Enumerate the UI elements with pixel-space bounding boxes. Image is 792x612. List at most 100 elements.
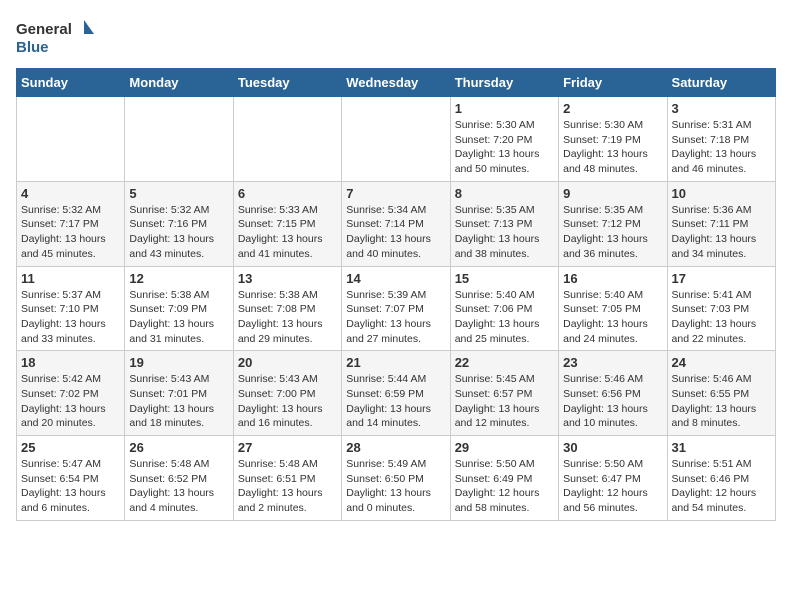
day-info: Sunrise: 5:33 AMSunset: 7:15 PMDaylight:… [238, 203, 337, 262]
day-info: Sunrise: 5:48 AMSunset: 6:52 PMDaylight:… [129, 457, 228, 516]
day-info: Sunrise: 5:31 AMSunset: 7:18 PMDaylight:… [672, 118, 771, 177]
calendar-cell: 12Sunrise: 5:38 AMSunset: 7:09 PMDayligh… [125, 266, 233, 351]
day-info: Sunrise: 5:47 AMSunset: 6:54 PMDaylight:… [21, 457, 120, 516]
day-number: 1 [455, 101, 554, 116]
day-info: Sunrise: 5:37 AMSunset: 7:10 PMDaylight:… [21, 288, 120, 347]
day-number: 2 [563, 101, 662, 116]
calendar-cell: 4Sunrise: 5:32 AMSunset: 7:17 PMDaylight… [17, 181, 125, 266]
day-number: 19 [129, 355, 228, 370]
calendar-cell: 28Sunrise: 5:49 AMSunset: 6:50 PMDayligh… [342, 436, 450, 521]
day-number: 9 [563, 186, 662, 201]
week-row-1: 1 Sunrise: 5:30 AMSunset: 7:20 PMDaylight… [17, 97, 776, 182]
day-info: Sunrise: 5:41 AMSunset: 7:03 PMDaylight:… [672, 288, 771, 347]
day-number: 6 [238, 186, 337, 201]
calendar-cell: 30Sunrise: 5:50 AMSunset: 6:47 PMDayligh… [559, 436, 667, 521]
day-number: 14 [346, 271, 445, 286]
day-info: Sunrise: 5:45 AMSunset: 6:57 PMDaylight:… [455, 372, 554, 431]
week-row-2: 4Sunrise: 5:32 AMSunset: 7:17 PMDaylight… [17, 181, 776, 266]
calendar-cell: 23 Sunrise: 5:46 AMSunset: 6:56 PMDayligh… [559, 351, 667, 436]
day-info: Sunrise: 5:38 AMSunset: 7:08 PMDaylight:… [238, 288, 337, 347]
calendar-cell [233, 97, 341, 182]
header: General Blue [16, 16, 776, 60]
day-info: Sunrise: 5:30 AMSunset: 7:20 PMDaylight:… [455, 118, 554, 177]
day-info: Sunrise: 5:32 AMSunset: 7:17 PMDaylight:… [21, 203, 120, 262]
calendar-cell: 17Sunrise: 5:41 AMSunset: 7:03 PMDayligh… [667, 266, 775, 351]
calendar-cell: 20 Sunrise: 5:43 AMSunset: 7:00 PMDayligh… [233, 351, 341, 436]
day-number: 28 [346, 440, 445, 455]
calendar-cell: 24 Sunrise: 5:46 AMSunset: 6:55 PMDayligh… [667, 351, 775, 436]
day-info: Sunrise: 5:50 AMSunset: 6:49 PMDaylight:… [455, 457, 554, 516]
weekday-header-thursday: Thursday [450, 69, 558, 97]
day-number: 13 [238, 271, 337, 286]
day-number: 8 [455, 186, 554, 201]
calendar-cell: 14 Sunrise: 5:39 AMSunset: 7:07 PMDayligh… [342, 266, 450, 351]
day-number: 31 [672, 440, 771, 455]
day-number: 5 [129, 186, 228, 201]
calendar-cell: 8 Sunrise: 5:35 AMSunset: 7:13 PMDaylight… [450, 181, 558, 266]
day-number: 18 [21, 355, 120, 370]
day-info: Sunrise: 5:38 AMSunset: 7:09 PMDaylight:… [129, 288, 228, 347]
day-info: Sunrise: 5:34 AMSunset: 7:14 PMDaylight:… [346, 203, 445, 262]
weekday-header-wednesday: Wednesday [342, 69, 450, 97]
day-number: 7 [346, 186, 445, 201]
weekday-header-sunday: Sunday [17, 69, 125, 97]
day-number: 16 [563, 271, 662, 286]
svg-text:Blue: Blue [16, 39, 49, 56]
calendar-cell: 27Sunrise: 5:48 AMSunset: 6:51 PMDayligh… [233, 436, 341, 521]
calendar-cell: 5 Sunrise: 5:32 AMSunset: 7:16 PMDaylight… [125, 181, 233, 266]
weekday-header-friday: Friday [559, 69, 667, 97]
day-info: Sunrise: 5:42 AMSunset: 7:02 PMDaylight:… [21, 372, 120, 431]
calendar-cell: 6 Sunrise: 5:33 AMSunset: 7:15 PMDaylight… [233, 181, 341, 266]
calendar-cell: 25Sunrise: 5:47 AMSunset: 6:54 PMDayligh… [17, 436, 125, 521]
day-number: 15 [455, 271, 554, 286]
calendar-cell: 18 Sunrise: 5:42 AMSunset: 7:02 PMDayligh… [17, 351, 125, 436]
calendar-cell: 29 Sunrise: 5:50 AMSunset: 6:49 PMDayligh… [450, 436, 558, 521]
week-row-3: 11 Sunrise: 5:37 AMSunset: 7:10 PMDayligh… [17, 266, 776, 351]
day-info: Sunrise: 5:46 AMSunset: 6:55 PMDaylight:… [672, 372, 771, 431]
day-number: 3 [672, 101, 771, 116]
calendar-cell: 11 Sunrise: 5:37 AMSunset: 7:10 PMDayligh… [17, 266, 125, 351]
day-number: 22 [455, 355, 554, 370]
calendar-cell: 9 Sunrise: 5:35 AMSunset: 7:12 PMDaylight… [559, 181, 667, 266]
calendar-cell [17, 97, 125, 182]
day-number: 21 [346, 355, 445, 370]
day-info: Sunrise: 5:32 AMSunset: 7:16 PMDaylight:… [129, 203, 228, 262]
calendar-cell: 2Sunrise: 5:30 AMSunset: 7:19 PMDaylight… [559, 97, 667, 182]
day-info: Sunrise: 5:48 AMSunset: 6:51 PMDaylight:… [238, 457, 337, 516]
svg-text:General: General [16, 21, 72, 38]
day-number: 24 [672, 355, 771, 370]
week-row-4: 18 Sunrise: 5:42 AMSunset: 7:02 PMDayligh… [17, 351, 776, 436]
day-info: Sunrise: 5:36 AMSunset: 7:11 PMDaylight:… [672, 203, 771, 262]
day-info: Sunrise: 5:43 AMSunset: 7:01 PMDaylight:… [129, 372, 228, 431]
day-info: Sunrise: 5:35 AMSunset: 7:12 PMDaylight:… [563, 203, 662, 262]
weekday-header-saturday: Saturday [667, 69, 775, 97]
week-row-5: 25Sunrise: 5:47 AMSunset: 6:54 PMDayligh… [17, 436, 776, 521]
day-number: 11 [21, 271, 120, 286]
day-info: Sunrise: 5:46 AMSunset: 6:56 PMDaylight:… [563, 372, 662, 431]
day-info: Sunrise: 5:43 AMSunset: 7:00 PMDaylight:… [238, 372, 337, 431]
day-info: Sunrise: 5:51 AMSunset: 6:46 PMDaylight:… [672, 457, 771, 516]
calendar: SundayMondayTuesdayWednesdayThursdayFrid… [16, 68, 776, 521]
day-number: 23 [563, 355, 662, 370]
calendar-cell [342, 97, 450, 182]
day-number: 30 [563, 440, 662, 455]
day-number: 10 [672, 186, 771, 201]
day-number: 26 [129, 440, 228, 455]
calendar-cell: 13 Sunrise: 5:38 AMSunset: 7:08 PMDayligh… [233, 266, 341, 351]
day-info: Sunrise: 5:35 AMSunset: 7:13 PMDaylight:… [455, 203, 554, 262]
weekday-header-monday: Monday [125, 69, 233, 97]
day-info: Sunrise: 5:44 AMSunset: 6:59 PMDaylight:… [346, 372, 445, 431]
calendar-cell: 19 Sunrise: 5:43 AMSunset: 7:01 PMDayligh… [125, 351, 233, 436]
weekday-header-tuesday: Tuesday [233, 69, 341, 97]
calendar-cell: 7 Sunrise: 5:34 AMSunset: 7:14 PMDaylight… [342, 181, 450, 266]
day-info: Sunrise: 5:40 AMSunset: 7:06 PMDaylight:… [455, 288, 554, 347]
calendar-cell: 16Sunrise: 5:40 AMSunset: 7:05 PMDayligh… [559, 266, 667, 351]
calendar-body: 1 Sunrise: 5:30 AMSunset: 7:20 PMDaylight… [17, 97, 776, 521]
calendar-cell: 26 Sunrise: 5:48 AMSunset: 6:52 PMDayligh… [125, 436, 233, 521]
logo: General Blue [16, 16, 96, 60]
calendar-cell: 10 Sunrise: 5:36 AMSunset: 7:11 PMDayligh… [667, 181, 775, 266]
day-number: 20 [238, 355, 337, 370]
calendar-cell: 31 Sunrise: 5:51 AMSunset: 6:46 PMDayligh… [667, 436, 775, 521]
day-info: Sunrise: 5:39 AMSunset: 7:07 PMDaylight:… [346, 288, 445, 347]
day-number: 29 [455, 440, 554, 455]
